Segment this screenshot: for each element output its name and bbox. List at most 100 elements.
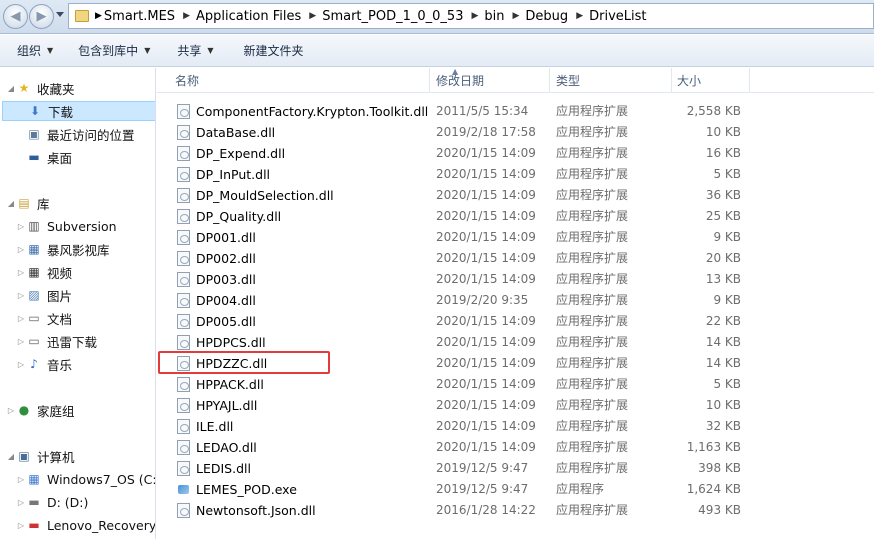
file-row[interactable]: DP002.dll 2020/1/15 14:09 应用程序扩展 20 KB: [157, 248, 874, 269]
file-row[interactable]: DP003.dll 2020/1/15 14:09 应用程序扩展 13 KB: [157, 269, 874, 290]
expand-arrow-icon[interactable]: ◢: [6, 452, 16, 461]
file-date-modified: 2020/1/15 14:09: [436, 146, 536, 160]
file-row[interactable]: DP_Quality.dll 2020/1/15 14:09 应用程序扩展 25 KB: [157, 206, 874, 227]
file-row[interactable]: DP_MouldSelection.dll 2020/1/15 14:09 应用程序…: [157, 185, 874, 206]
column-date-modified[interactable]: 修改日期: [430, 68, 550, 93]
nav-subversion[interactable]: ▷ ▥ Subversion: [16, 216, 117, 236]
file-type: 应用程序扩展: [556, 293, 629, 307]
file-date-modified: 2011/5/5 15:34: [436, 104, 529, 118]
dll-icon: [177, 251, 190, 266]
nav-xunlei-downloads[interactable]: ▷ ▭ 迅雷下载: [16, 331, 97, 351]
nav-homegroup[interactable]: ▷ ● 家庭组: [6, 400, 75, 420]
breadcrumb-arrow-icon[interactable]: ▶: [471, 11, 478, 21]
dll-icon: [177, 167, 190, 182]
collapsed-arrow-icon[interactable]: ▷: [16, 222, 26, 231]
file-row[interactable]: Newtonsoft.Json.dll 2016/1/28 14:22 应用程序扩展…: [157, 500, 874, 521]
breadcrumb-item-current[interactable]: DriveList: [589, 4, 646, 28]
file-type: 应用程序扩展: [556, 146, 629, 160]
file-row[interactable]: DP001.dll 2020/1/15 14:09 应用程序扩展 9 KB: [157, 227, 874, 248]
nav-recent-places[interactable]: ▣ 最近访问的位置: [26, 124, 134, 144]
nav-favorites[interactable]: ◢ ★ 收藏夹: [6, 78, 75, 98]
collapsed-arrow-icon[interactable]: ▷: [16, 360, 26, 369]
file-row[interactable]: DataBase.dll 2019/2/18 17:58 应用程序扩展 10 KB: [157, 122, 874, 143]
breadcrumb-item[interactable]: bin ▶: [484, 4, 525, 28]
share-menu[interactable]: 共享 ▼: [177, 42, 213, 59]
file-row[interactable]: LEDAO.dll 2020/1/15 14:09 应用程序扩展 1,163 KB: [157, 437, 874, 458]
desktop-icon: ▬: [28, 150, 40, 164]
dll-icon: [177, 398, 190, 413]
file-row[interactable]: HPYAJL.dll 2020/1/15 14:09 应用程序扩展 10 KB: [157, 395, 874, 416]
collapsed-arrow-icon[interactable]: ▷: [16, 291, 26, 300]
film-icon: ▦: [28, 265, 40, 279]
file-date-modified: 2016/1/28 14:22: [436, 503, 536, 517]
back-button[interactable]: ◀: [3, 4, 28, 29]
breadcrumb-arrow-icon[interactable]: ▶: [95, 4, 102, 28]
forward-button[interactable]: ▶: [29, 4, 54, 29]
collapsed-arrow-icon[interactable]: ▷: [16, 475, 26, 484]
collapsed-arrow-icon[interactable]: ▷: [16, 337, 26, 346]
include-in-library-menu[interactable]: 包含到库中 ▼: [78, 42, 150, 59]
file-row[interactable]: DP_Expend.dll 2020/1/15 14:09 应用程序扩展 16 KB: [157, 143, 874, 164]
file-size: 493 KB: [698, 503, 741, 517]
expand-arrow-icon[interactable]: ◢: [6, 84, 16, 93]
file-row[interactable]: LEMES_POD.exe 2019/12/5 9:47 应用程序 1,624 KB: [157, 479, 874, 500]
nav-computer[interactable]: ◢ ▣ 计算机: [6, 446, 75, 466]
file-date-modified: 2020/1/15 14:09: [436, 419, 536, 433]
file-size: 14 KB: [705, 356, 741, 370]
file-type: 应用程序扩展: [556, 251, 629, 265]
nav-lenovo-recovery[interactable]: ▷ ▬ Lenovo_Recovery: [16, 515, 155, 535]
file-name: DP003.dll: [196, 272, 256, 287]
dll-icon: [177, 440, 190, 455]
breadcrumb-item[interactable]: Debug ▶: [525, 4, 589, 28]
file-row[interactable]: ILE.dll 2020/1/15 14:09 应用程序扩展 32 KB: [157, 416, 874, 437]
collapsed-arrow-icon[interactable]: ▷: [16, 521, 26, 530]
breadcrumb-arrow-icon[interactable]: ▶: [183, 11, 190, 21]
file-size: 22 KB: [705, 314, 741, 328]
file-row[interactable]: ComponentFactory.Krypton.Toolkit.dll 2011…: [157, 101, 874, 122]
nav-music[interactable]: ▷ ♪ 音乐: [16, 354, 72, 374]
dll-icon: [177, 104, 190, 119]
file-name: DataBase.dll: [196, 125, 276, 140]
collapsed-arrow-icon[interactable]: ▷: [16, 245, 26, 254]
file-size: 25 KB: [705, 209, 741, 223]
collapsed-arrow-icon[interactable]: ▷: [16, 268, 26, 277]
breadcrumb-item[interactable]: Smart.MES ▶: [104, 4, 196, 28]
nav-baofeng-library[interactable]: ▷ ▦ 暴风影视库: [16, 239, 110, 259]
nav-desktop[interactable]: ▬ 桌面: [26, 147, 72, 167]
column-name[interactable]: 名称: [157, 68, 430, 93]
nav-drive-c[interactable]: ▷ ▦ Windows7_OS (C:): [16, 469, 155, 489]
collapsed-arrow-icon[interactable]: ▷: [16, 314, 26, 323]
nav-downloads[interactable]: ⬇ 下载: [2, 101, 155, 121]
nav-libraries[interactable]: ◢ ▤ 库: [6, 193, 50, 213]
column-size[interactable]: 大小: [672, 68, 750, 93]
collapsed-arrow-icon[interactable]: ▷: [6, 406, 16, 415]
breadcrumb-item[interactable]: Application Files ▶: [196, 4, 322, 28]
expand-arrow-icon[interactable]: ◢: [6, 199, 16, 208]
file-row[interactable]: HPPACK.dll 2020/1/15 14:09 应用程序扩展 5 KB: [157, 374, 874, 395]
file-row[interactable]: DP005.dll 2020/1/15 14:09 应用程序扩展 22 KB: [157, 311, 874, 332]
file-row[interactable]: HPDPCS.dll 2020/1/15 14:09 应用程序扩展 14 KB: [157, 332, 874, 353]
nav-pictures[interactable]: ▷ ▨ 图片: [16, 285, 72, 305]
music-note-icon: ♪: [30, 357, 38, 371]
nav-drive-d[interactable]: ▷ ▬ D: (D:): [16, 492, 88, 512]
collapsed-arrow-icon[interactable]: ▷: [16, 498, 26, 507]
back-arrow-icon: ◀: [10, 9, 21, 24]
file-date-modified: 2020/1/15 14:09: [436, 356, 536, 370]
file-row[interactable]: LEDIS.dll 2019/12/5 9:47 应用程序扩展 398 KB: [157, 458, 874, 479]
breadcrumb-arrow-icon[interactable]: ▶: [576, 11, 583, 21]
breadcrumb-item[interactable]: Smart_POD_1_0_0_53 ▶: [322, 4, 484, 28]
nav-videos[interactable]: ▷ ▦ 视频: [16, 262, 72, 282]
file-row[interactable]: DP004.dll 2019/2/20 9:35 应用程序扩展 9 KB: [157, 290, 874, 311]
file-date-modified: 2020/1/15 14:09: [436, 251, 536, 265]
file-row[interactable]: DP_InPut.dll 2020/1/15 14:09 应用程序扩展 5 KB: [157, 164, 874, 185]
dll-icon: [177, 503, 190, 518]
file-name: Newtonsoft.Json.dll: [196, 503, 316, 518]
breadcrumb[interactable]: ▶ Smart.MES ▶ Application Files ▶ Smart_PO…: [68, 3, 874, 29]
recent-pages-dropdown-icon[interactable]: [56, 12, 64, 17]
nav-documents[interactable]: ▷ ▭ 文档: [16, 308, 72, 328]
new-folder-button[interactable]: 新建文件夹: [244, 42, 304, 59]
organize-menu[interactable]: 组织 ▼: [17, 42, 53, 59]
breadcrumb-arrow-icon[interactable]: ▶: [513, 11, 520, 21]
column-type[interactable]: 类型: [550, 68, 672, 93]
breadcrumb-arrow-icon[interactable]: ▶: [309, 11, 316, 21]
